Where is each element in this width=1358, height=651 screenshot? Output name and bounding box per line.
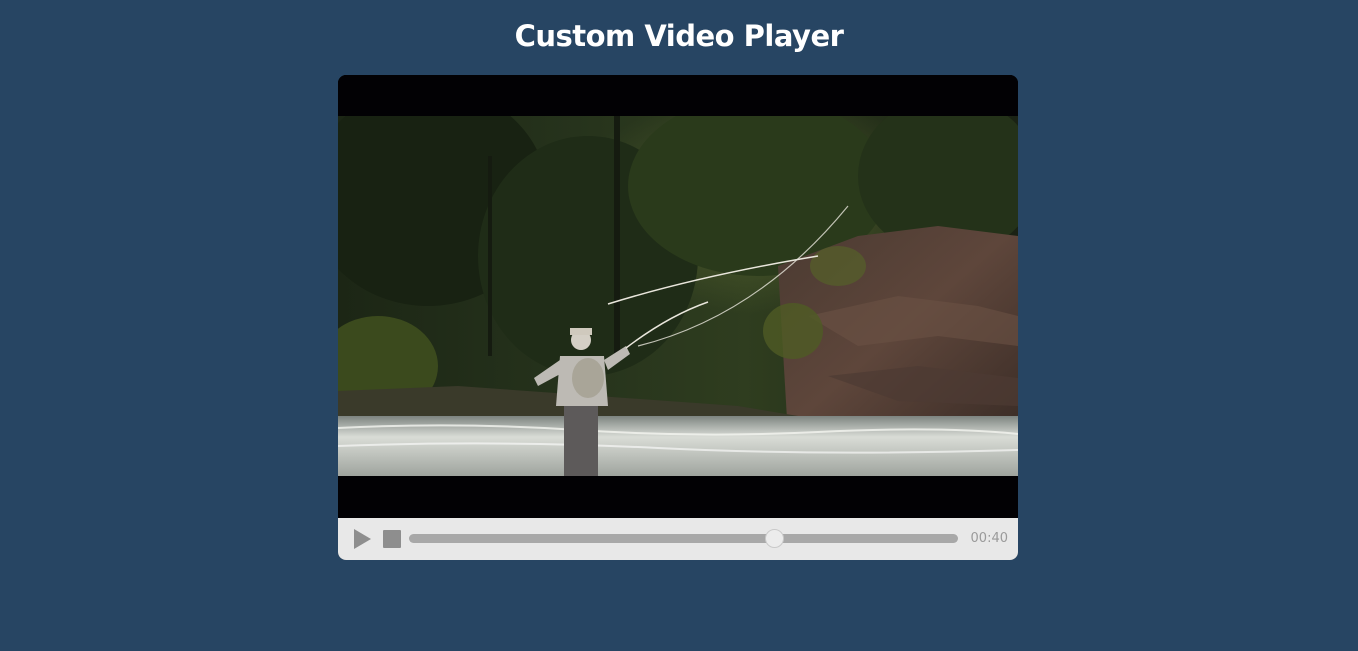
page: Custom Video Player 00:40 <box>0 0 1358 651</box>
progress-handle[interactable] <box>765 529 785 548</box>
play-icon <box>354 529 371 549</box>
page-title: Custom Video Player <box>514 19 844 53</box>
video-controls: 00:40 <box>338 518 1018 560</box>
progress-bar[interactable] <box>409 529 958 548</box>
video-frame[interactable] <box>338 116 1018 476</box>
video-player: 00:40 <box>338 75 1018 560</box>
stop-button[interactable] <box>383 530 401 548</box>
play-button[interactable] <box>350 527 374 551</box>
timestamp: 00:40 <box>970 531 1008 546</box>
video-display[interactable] <box>338 75 1018 518</box>
